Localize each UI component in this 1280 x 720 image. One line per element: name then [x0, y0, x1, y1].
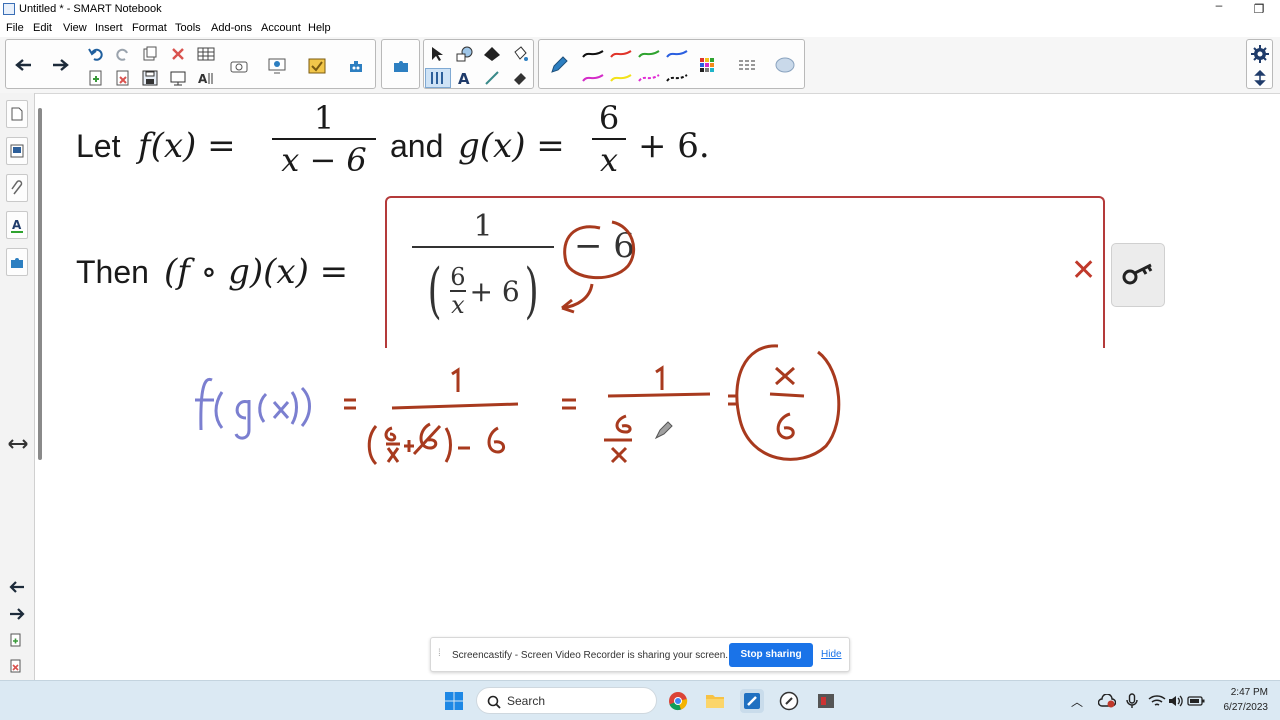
search-label: Search [507, 694, 546, 708]
chrome-icon[interactable] [666, 689, 690, 713]
taskbar-search[interactable]: Search [476, 687, 657, 714]
app-window-icon[interactable] [814, 689, 838, 713]
search-icon [487, 695, 501, 709]
hide-link[interactable]: Hide [821, 649, 842, 660]
ink-layer [195, 220, 841, 466]
battery-icon[interactable] [1184, 689, 1208, 713]
screen-share-banner: ⁞ Screencastify - Screen Video Recorder … [430, 637, 850, 672]
stop-sharing-button[interactable]: Stop sharing [729, 643, 813, 667]
cloud-sync-icon[interactable] [1095, 689, 1119, 713]
share-message: Screencastify - Screen Video Recorder is… [452, 650, 729, 661]
pencil-cursor-icon [654, 421, 673, 440]
drag-handle-icon[interactable]: ⁞ [438, 648, 441, 659]
taskbar: Search ︿ 2:47 PM 6/27/2023 [0, 680, 1280, 720]
show-hidden-icons-icon[interactable]: ︿ [1071, 693, 1083, 710]
windows-start-icon[interactable] [442, 689, 466, 713]
ink-arrow [561, 283, 594, 314]
clock-date[interactable]: 6/27/2023 [1208, 702, 1269, 713]
compass-app-icon[interactable] [777, 689, 801, 713]
microphone-icon[interactable] [1120, 689, 1144, 713]
ink-fgx [195, 377, 311, 440]
smart-notebook-taskbar-icon[interactable] [740, 689, 764, 713]
clock-time[interactable]: 2:47 PM [1218, 687, 1268, 698]
ink-circle-minus-six [563, 220, 636, 280]
ink-work [344, 344, 841, 466]
file-explorer-icon[interactable] [703, 689, 727, 713]
